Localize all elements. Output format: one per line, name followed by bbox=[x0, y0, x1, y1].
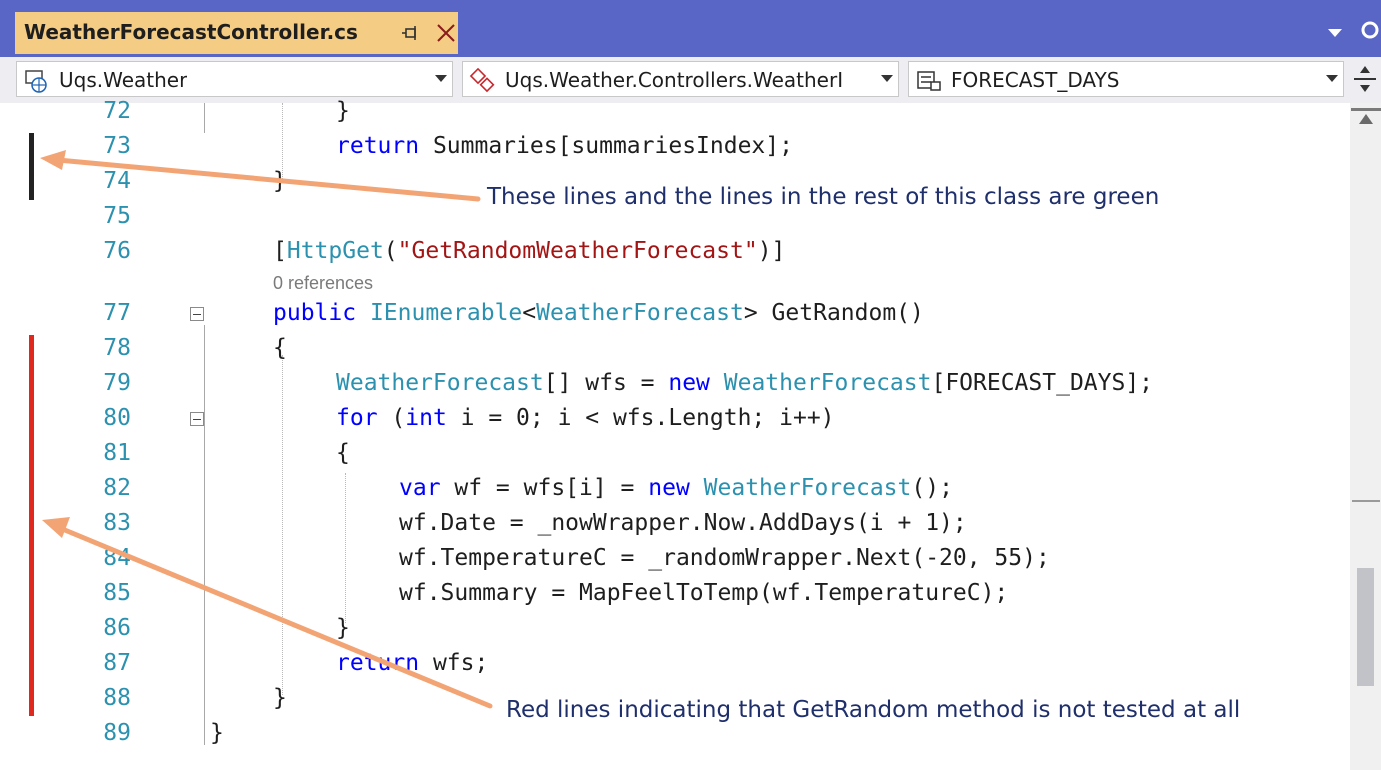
coverage-bar-covered bbox=[29, 133, 34, 200]
line-number: 79 bbox=[103, 370, 131, 396]
code-line: { bbox=[273, 335, 287, 361]
tab-list-dropdown-icon[interactable] bbox=[1324, 24, 1346, 42]
line-number: 78 bbox=[103, 335, 131, 361]
line-number: 88 bbox=[103, 685, 131, 711]
scroll-marker bbox=[1352, 500, 1380, 502]
code-line: return wfs; bbox=[336, 650, 489, 676]
line-number: 84 bbox=[103, 545, 131, 571]
chevron-down-icon bbox=[435, 75, 447, 82]
collapse-toggle-for-loop[interactable] bbox=[190, 412, 204, 426]
outline-line bbox=[204, 325, 205, 745]
annotation-red-note: Red lines indicating that GetRandom meth… bbox=[506, 697, 1241, 723]
line-number: 76 bbox=[103, 238, 131, 264]
line-number: 80 bbox=[103, 405, 131, 431]
code-token: new bbox=[668, 370, 710, 396]
class-icon bbox=[469, 68, 495, 93]
code-token: WeatherForecast bbox=[703, 475, 912, 501]
annotation-green-note: These lines and the lines in the rest of… bbox=[487, 184, 1160, 210]
code-token: IEnumerable bbox=[369, 300, 523, 326]
line-number: 89 bbox=[103, 720, 131, 746]
scroll-up-arrow-icon[interactable] bbox=[1358, 113, 1374, 125]
indent-guide bbox=[345, 473, 346, 623]
code-token: for bbox=[336, 405, 378, 431]
code-line: [HttpGet("GetRandomWeatherForecast")] bbox=[273, 238, 786, 264]
indent-guide bbox=[282, 355, 283, 695]
chevron-down-icon bbox=[1326, 75, 1338, 82]
line-number: 83 bbox=[103, 510, 131, 536]
code-token: new bbox=[648, 475, 690, 501]
scroll-marker bbox=[1351, 108, 1381, 111]
code-token: WeatherForecast bbox=[336, 370, 544, 396]
member-name: FORECAST_DAYS bbox=[951, 68, 1120, 92]
tab-title: WeatherForecastController.cs bbox=[24, 20, 358, 44]
close-icon[interactable] bbox=[435, 22, 457, 44]
code-line: } bbox=[336, 615, 350, 641]
constant-field-icon bbox=[917, 71, 941, 91]
line-number: 85 bbox=[103, 580, 131, 606]
code-line: return Summaries[summariesIndex]; bbox=[336, 133, 793, 159]
split-window-icon[interactable] bbox=[1350, 63, 1380, 95]
navigation-bar: Uqs.Weather Uqs.Weather.Controllers.Weat… bbox=[0, 57, 1381, 103]
code-token: int bbox=[405, 405, 447, 431]
code-line: { bbox=[336, 440, 350, 466]
code-token: WeatherForecast bbox=[723, 370, 932, 396]
document-tab-strip: WeatherForecastController.cs bbox=[0, 0, 1381, 57]
outline-line bbox=[204, 103, 205, 133]
vertical-scrollbar[interactable] bbox=[1350, 103, 1381, 770]
line-number: 86 bbox=[103, 615, 131, 641]
coverage-bar-uncovered bbox=[29, 335, 34, 716]
pin-icon[interactable] bbox=[399, 22, 421, 44]
project-icon bbox=[25, 70, 47, 93]
project-dropdown[interactable]: Uqs.Weather bbox=[16, 61, 453, 97]
code-line: wf.TemperatureC = _randomWrapper.Next(-2… bbox=[399, 545, 1050, 571]
scrollbar-thumb[interactable] bbox=[1357, 568, 1374, 686]
line-number: 81 bbox=[103, 440, 131, 466]
code-token: return bbox=[336, 133, 420, 159]
code-line: } bbox=[273, 168, 287, 194]
chevron-down-icon bbox=[881, 75, 893, 82]
line-number: 77 bbox=[103, 300, 131, 326]
project-name: Uqs.Weather bbox=[59, 68, 188, 92]
code-token: HttpGet bbox=[286, 238, 384, 264]
code-line: public IEnumerable<WeatherForecast> GetR… bbox=[273, 300, 924, 326]
codelens-references[interactable]: 0 references bbox=[273, 273, 373, 294]
line-number: 73 bbox=[103, 133, 131, 159]
code-line: wf.Date = _nowWrapper.Now.AddDays(i + 1)… bbox=[399, 510, 967, 536]
code-line: var wf = wfs[i] = new WeatherForecast(); bbox=[399, 475, 953, 501]
code-line: } bbox=[273, 685, 287, 711]
code-line: WeatherForecast[] wfs = new WeatherForec… bbox=[336, 370, 1154, 396]
type-name: Uqs.Weather.Controllers.WeatherI bbox=[505, 68, 844, 92]
code-token: WeatherForecast bbox=[536, 300, 744, 326]
line-number: 87 bbox=[103, 650, 131, 676]
tab-weatherforecastcontroller[interactable]: WeatherForecastController.cs bbox=[15, 12, 458, 54]
collapse-toggle-getrandom[interactable] bbox=[190, 307, 204, 321]
code-line: } bbox=[336, 98, 350, 124]
code-line: } bbox=[210, 720, 224, 746]
code-token: "GetRandomWeatherForecast" bbox=[397, 238, 758, 264]
code-line: for (int i = 0; i < wfs.Length; i++) bbox=[336, 405, 835, 431]
line-number: 75 bbox=[103, 203, 131, 229]
code-token: return bbox=[336, 650, 420, 676]
code-token: var bbox=[399, 475, 441, 501]
code-token: public bbox=[273, 300, 357, 326]
line-number: 74 bbox=[103, 168, 131, 194]
line-number: 82 bbox=[103, 475, 131, 501]
code-line: wf.Summary = MapFeelToTemp(wf.Temperatur… bbox=[399, 580, 1009, 606]
line-number: 72 bbox=[103, 98, 131, 124]
member-dropdown[interactable]: FORECAST_DAYS bbox=[908, 61, 1344, 97]
gear-icon[interactable] bbox=[1356, 15, 1381, 45]
indicator-margin bbox=[0, 103, 50, 770]
type-dropdown[interactable]: Uqs.Weather.Controllers.WeatherI bbox=[462, 61, 899, 97]
